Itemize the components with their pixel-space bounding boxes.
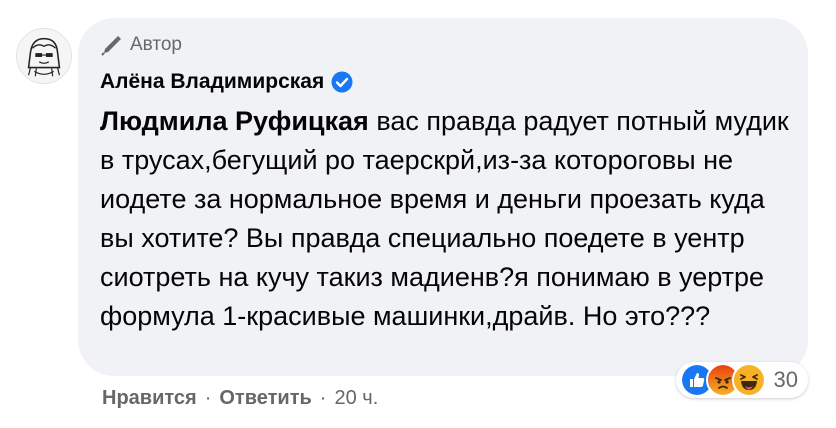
comment-timestamp[interactable]: 20 ч. [334, 387, 378, 410]
comment-body: вас правда радует потный мудик в трусах,… [100, 106, 789, 331]
comment-view: Автор Алёна Владимирская Людмила Руфицка… [0, 0, 836, 428]
like-button[interactable]: Нравится [102, 387, 197, 410]
mention-link[interactable]: Людмила Руфицкая [100, 106, 369, 136]
microphone-pen-icon [101, 36, 121, 56]
haha-icon [731, 363, 766, 397]
author-name[interactable]: Алёна Владимирская [100, 70, 324, 94]
reactions-summary[interactable]: 30 [675, 362, 808, 398]
author-badge: Автор [100, 32, 788, 58]
comment-bubble: Автор Алёна Владимирская Людмила Руфицка… [78, 18, 808, 376]
avatar-sketch-icon [17, 29, 71, 83]
author-row: Алёна Владимирская [100, 68, 788, 96]
author-badge-label: Автор [130, 34, 182, 55]
comment-text: Людмила Руфицкая вас правда радует потны… [100, 102, 790, 336]
comment-actions: Нравится · Ответить · 20 ч. [102, 384, 378, 412]
action-separator: · [319, 386, 327, 409]
action-separator: · [204, 386, 212, 409]
reply-button[interactable]: Ответить [219, 387, 311, 410]
reaction-count: 30 [773, 367, 798, 392]
avatar[interactable] [16, 28, 72, 84]
verified-badge-icon [331, 71, 353, 93]
